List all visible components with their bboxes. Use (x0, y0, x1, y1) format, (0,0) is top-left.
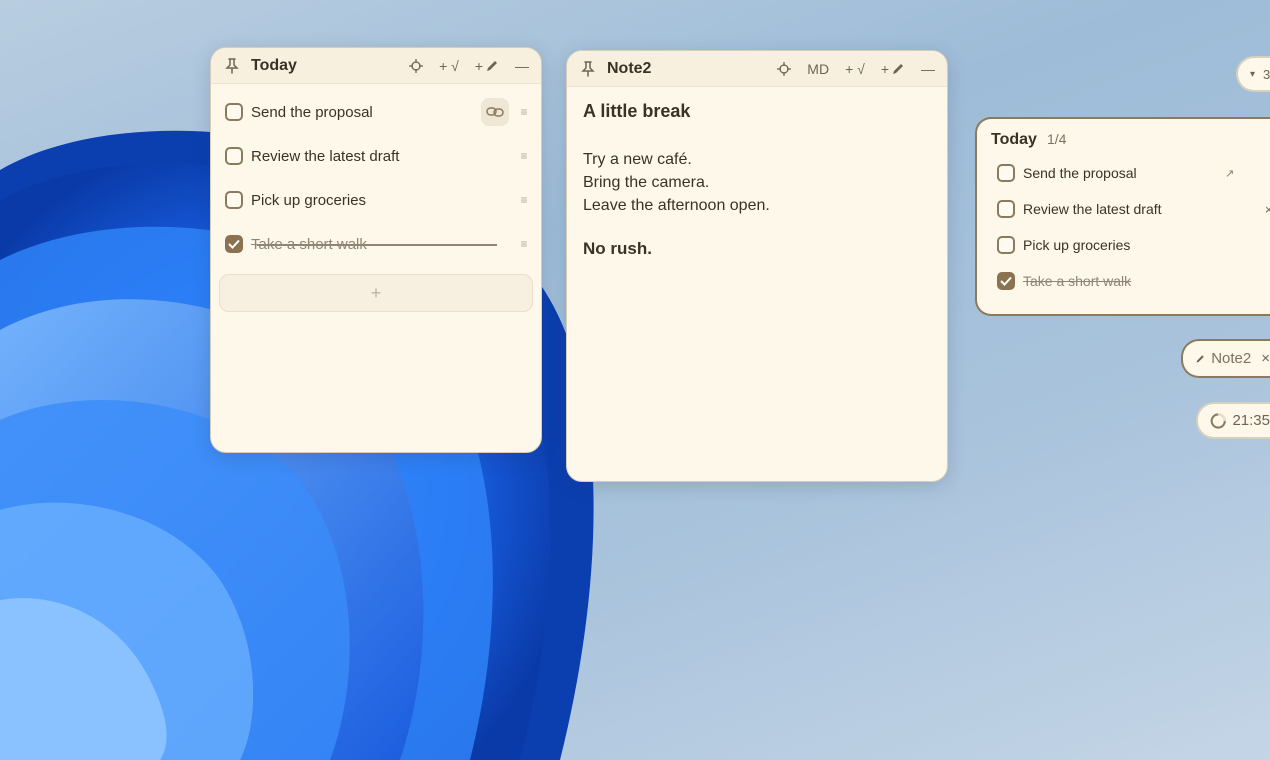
todo-text: Review the latest draft (1023, 201, 1162, 217)
timer-ring-icon (1210, 412, 1226, 429)
check-icon (228, 239, 240, 249)
crosshair-icon (409, 58, 424, 73)
strike-line (257, 244, 497, 246)
mini-todo-item-done[interactable]: Take a short walk (977, 263, 1270, 299)
close-icon[interactable]: × (1265, 202, 1270, 217)
mini-today-panel[interactable]: Today 1/4 Send the proposal ↗ Review the… (975, 117, 1270, 316)
drag-handle-icon[interactable]: ≡ (517, 149, 531, 163)
todo-checkbox[interactable] (225, 147, 243, 165)
todo-item[interactable]: Pick up groceries ≡ (225, 178, 531, 222)
link-icon (486, 107, 504, 117)
note-footer: No rush. (583, 239, 652, 258)
crosshair-icon (777, 61, 792, 76)
note-titlebar[interactable]: Note2 MD + √ + — (567, 51, 947, 87)
todo-item-done[interactable]: Take a short walk ≡ (225, 222, 531, 266)
chevron-down-icon: ▾ (1250, 68, 1256, 80)
add-note-plus: + (880, 60, 889, 77)
timer-label: 21:35 (1232, 412, 1270, 429)
window-title: Today (251, 56, 297, 74)
today-window: Today + √ + — Send the proposal ≡ Review… (210, 47, 542, 453)
check-icon (1000, 276, 1012, 286)
todo-text: Take a short walk (1023, 273, 1132, 289)
todo-checkbox[interactable] (225, 191, 243, 209)
todo-item[interactable]: Send the proposal ≡ (225, 90, 531, 134)
locate-button[interactable] (409, 58, 424, 73)
group-count: 3 (1263, 66, 1270, 82)
collapsed-group-pill[interactable]: ▾ 3 (1236, 56, 1270, 92)
progress-count: 1/4 (1046, 131, 1067, 147)
link-button[interactable] (481, 98, 509, 126)
markdown-toggle-button[interactable]: MD (807, 61, 829, 77)
note-pill[interactable]: Note2 × (1181, 339, 1270, 378)
mini-todo-item[interactable]: Send the proposal ↗ (977, 155, 1270, 191)
note-editor[interactable]: A little break Try a new café. Bring the… (567, 87, 947, 273)
todo-checkbox-checked[interactable] (997, 272, 1015, 290)
note-heading: A little break (583, 101, 691, 121)
minimize-button[interactable]: — (515, 58, 529, 74)
todo-checkbox[interactable] (997, 236, 1015, 254)
add-note-button[interactable]: + (881, 61, 905, 77)
pin-icon[interactable] (223, 57, 241, 75)
pencil-icon (1196, 354, 1204, 363)
add-todo-button[interactable]: + √ (845, 61, 865, 77)
pencil-icon (487, 60, 497, 71)
todo-text[interactable]: Send the proposal (251, 104, 481, 121)
todo-text: Pick up groceries (1023, 237, 1131, 253)
todo-checkbox-checked[interactable] (225, 235, 243, 253)
todo-checkbox[interactable] (997, 164, 1015, 182)
note-window: Note2 MD + √ + — A little break Try a ne… (566, 50, 948, 482)
pin-icon[interactable] (579, 60, 597, 78)
mini-todo-item[interactable]: Review the latest draft × (977, 191, 1270, 227)
todo-checkbox[interactable] (997, 200, 1015, 218)
today-titlebar[interactable]: Today + √ + — (211, 48, 541, 84)
locate-button[interactable] (777, 61, 792, 76)
note-pill-label: Note2 (1211, 350, 1252, 367)
note-line: Try a new café. (583, 151, 692, 168)
window-title: Note2 (607, 59, 652, 77)
mini-header: Today 1/4 (977, 119, 1270, 155)
todo-list: Send the proposal ≡ Review the latest dr… (211, 84, 541, 266)
drag-handle-icon[interactable]: ≡ (517, 193, 531, 207)
drag-handle-icon[interactable]: ≡ (517, 237, 531, 251)
mini-todo-item[interactable]: Pick up groceries (977, 227, 1270, 263)
todo-checkbox[interactable] (225, 103, 243, 121)
note-line: Bring the camera. (583, 174, 710, 191)
todo-text[interactable]: Review the latest draft (251, 148, 517, 165)
add-todo-bar[interactable]: + (219, 274, 533, 312)
drag-handle-icon[interactable]: ≡ (517, 105, 531, 119)
expand-icon[interactable]: ↗ (1225, 167, 1234, 180)
add-note-plus: + (474, 57, 483, 74)
add-todo-button[interactable]: + √ (439, 58, 459, 74)
minimize-button[interactable]: — (921, 61, 935, 77)
pencil-icon (893, 63, 903, 74)
mini-title: Today (991, 131, 1037, 148)
note-line: Leave the afternoon open. (583, 197, 770, 214)
add-note-button[interactable]: + (475, 58, 499, 74)
close-icon[interactable]: × (1261, 350, 1270, 367)
todo-text[interactable]: Pick up groceries (251, 192, 517, 209)
todo-item[interactable]: Review the latest draft ≡ (225, 134, 531, 178)
timer-pill[interactable]: 21:35 (1196, 402, 1270, 439)
